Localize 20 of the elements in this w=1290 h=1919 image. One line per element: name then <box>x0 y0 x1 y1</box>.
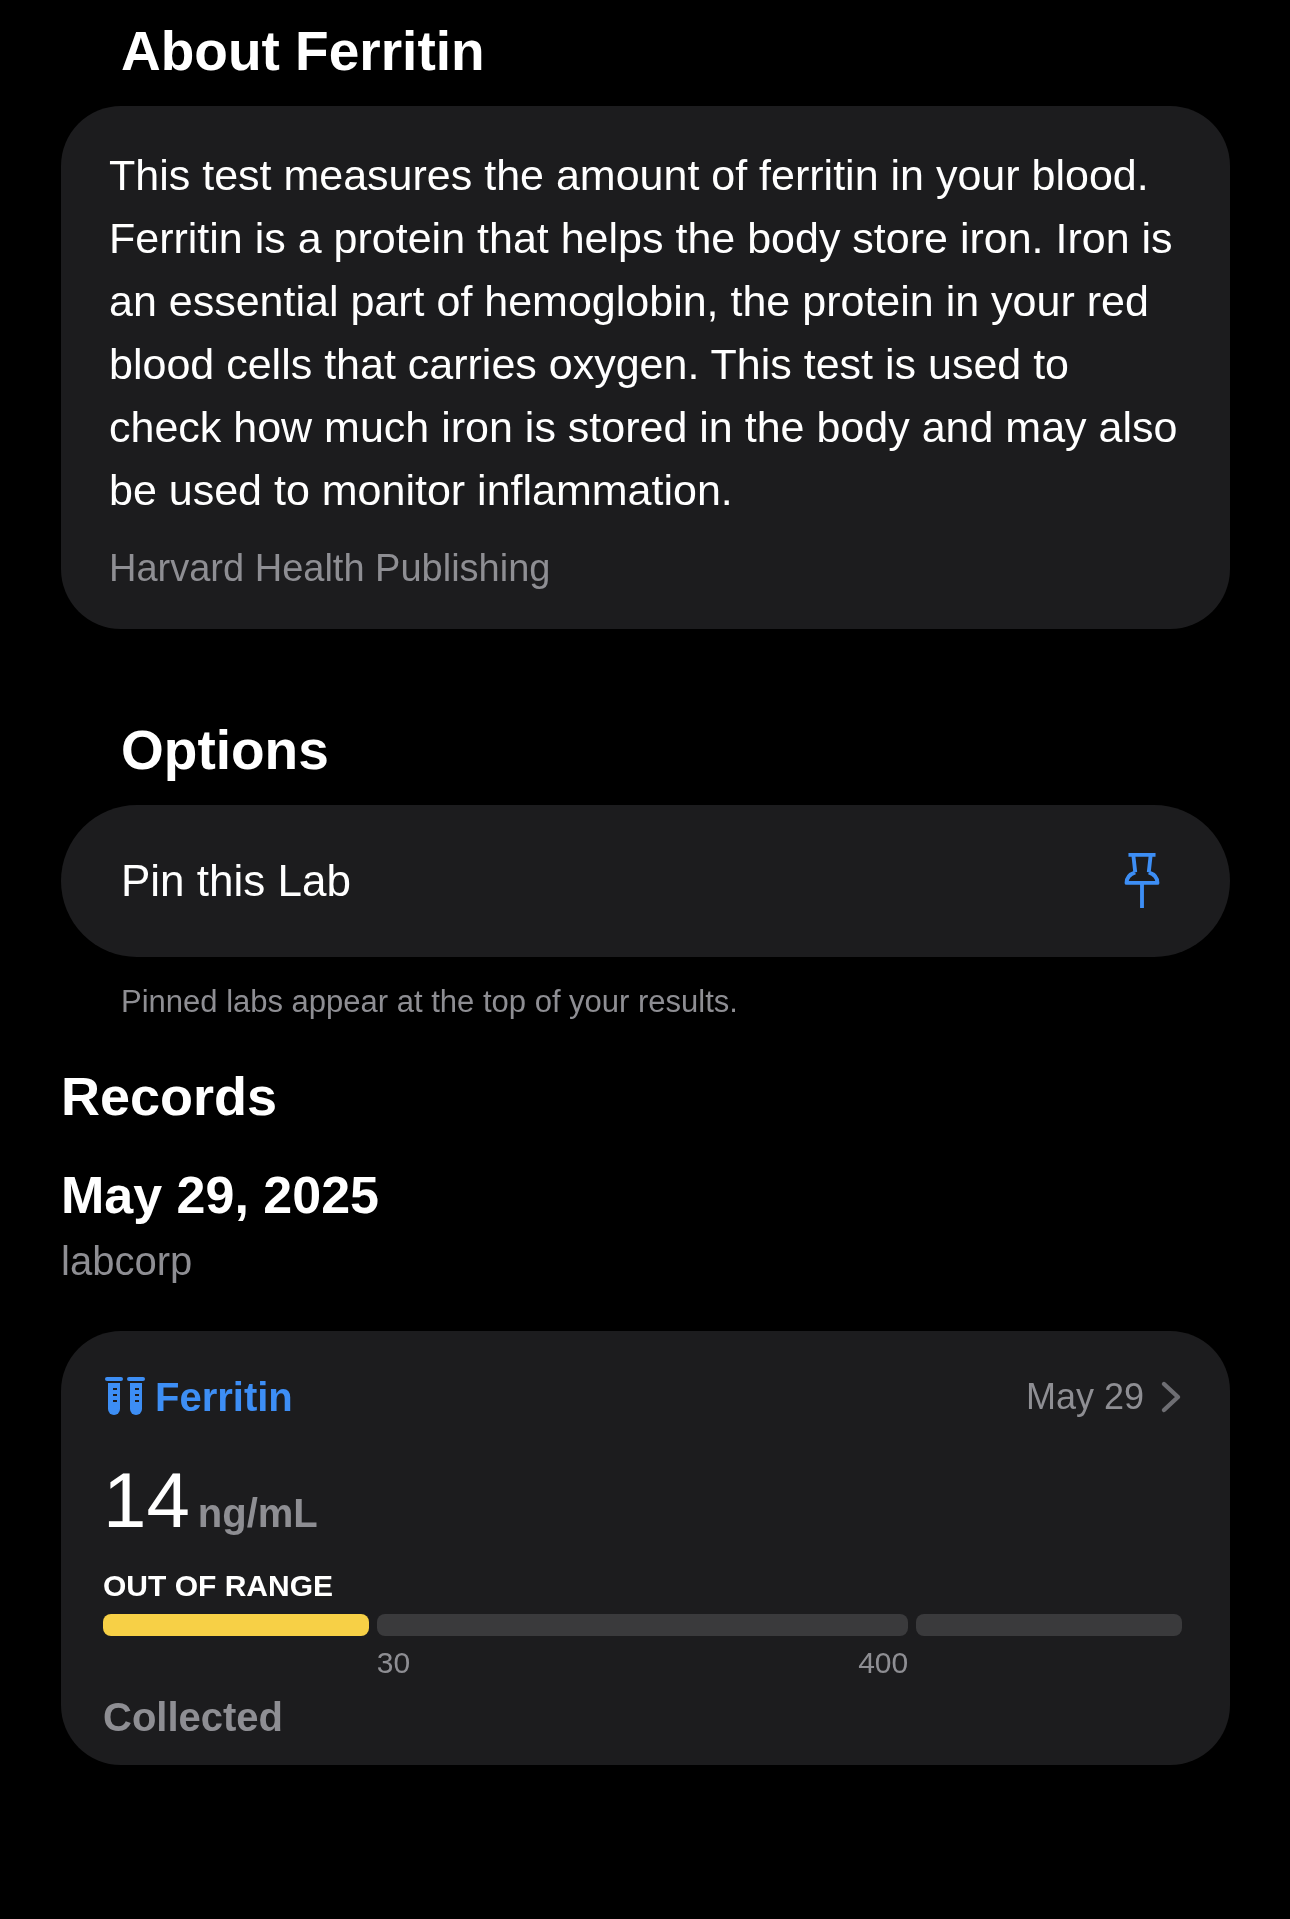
pushpin-icon <box>1122 852 1162 910</box>
footnote-text: Pinned labs appear at the top of your results. <box>120 983 739 1021</box>
result-date: May 29 <box>1025 1374 1144 1419</box>
result-card[interactable]: Ferritin May 29 14 ng/mL OUT OF RANGE 30 400 Collected <box>61 1330 1230 1765</box>
chevron-right-icon <box>1160 1379 1182 1414</box>
status-text: OUT OF RANGE <box>103 1567 334 1604</box>
section-title: Options <box>120 718 330 783</box>
result-name: Ferritin <box>155 1373 293 1421</box>
provider-text: labcorp <box>61 1237 194 1285</box>
record-date: May 29, 2025 <box>61 1165 381 1227</box>
section-title: Records <box>61 1064 279 1128</box>
collected-label: Collected <box>103 1693 285 1741</box>
description-text: This test measures the amount of ferritin in your blood. Ferritin is a protein that helps the body store iron. Iron is an essential part of hemoglobin, the protein in your red blood cells that carries oxygen. This test is used to check how much iron is stored in the body and may also be used to monitor inflammation. <box>109 150 1179 516</box>
range-tick-label: 400 <box>858 1644 909 1681</box>
result-value: 14 <box>103 1460 190 1539</box>
source-text: Harvard Health Publishing <box>109 546 552 591</box>
range-tick-label: 30 <box>376 1644 411 1681</box>
unit-text: ng/mL <box>197 1489 318 1537</box>
pin-option[interactable]: Pin this Lab <box>61 805 1230 957</box>
section-title: About Ferritin <box>120 19 486 84</box>
